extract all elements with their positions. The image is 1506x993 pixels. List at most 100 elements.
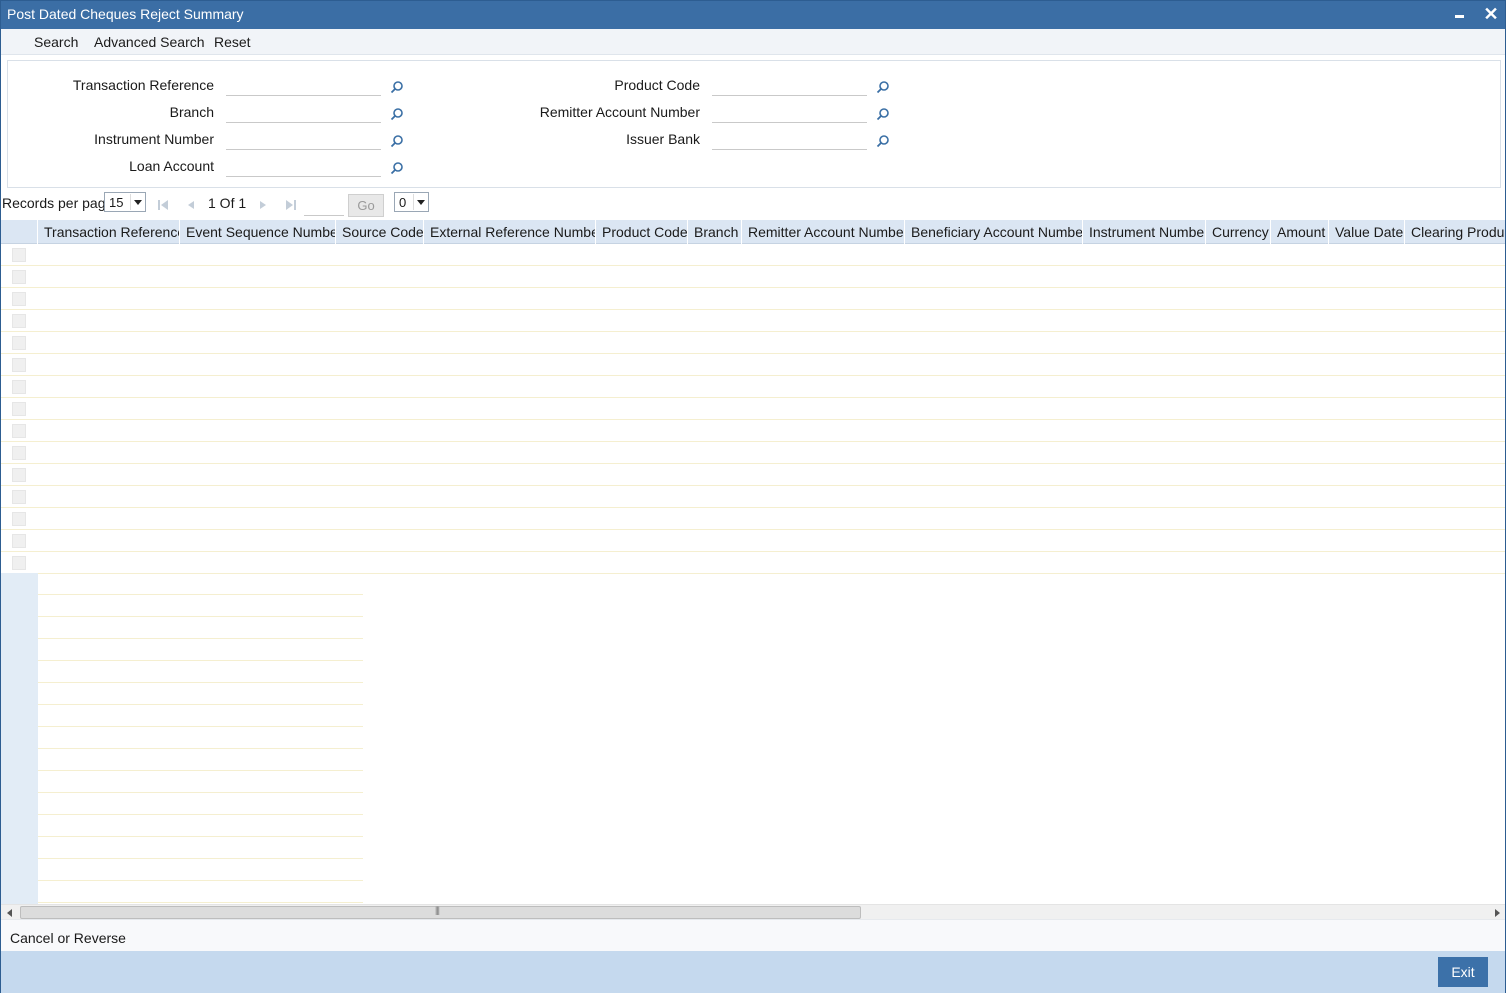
loan-account-search-icon[interactable] xyxy=(390,161,404,175)
column-header-transaction-reference[interactable]: Transaction Reference xyxy=(38,220,180,244)
row-select-checkbox[interactable] xyxy=(12,314,26,328)
last-page-icon[interactable] xyxy=(285,199,297,211)
transaction-reference-search-icon[interactable] xyxy=(390,80,404,94)
product-code-search-icon[interactable] xyxy=(876,80,890,94)
instrument-number-label: Instrument Number xyxy=(94,131,214,147)
table-row[interactable] xyxy=(1,486,1505,508)
column-header-source-code[interactable]: Source Code xyxy=(336,220,424,244)
loan-account-input[interactable] xyxy=(226,157,381,177)
row-select-checkbox[interactable] xyxy=(12,512,26,526)
records-per-page-select[interactable]: 15 xyxy=(104,192,146,212)
table-row[interactable] xyxy=(1,508,1505,530)
instrument-number-input[interactable] xyxy=(226,130,381,150)
branch-input[interactable] xyxy=(226,103,381,123)
empty-grid-line xyxy=(38,881,363,903)
first-page-icon[interactable] xyxy=(157,199,169,211)
column-header-remitter-account-number[interactable]: Remitter Account Number xyxy=(742,220,905,244)
table-row[interactable] xyxy=(1,310,1505,332)
remitter-account-number-search-icon[interactable] xyxy=(876,107,890,121)
table-row[interactable] xyxy=(1,288,1505,310)
column-header-value-date[interactable]: Value Date xyxy=(1329,220,1405,244)
empty-grid-line xyxy=(38,595,363,617)
table-row[interactable] xyxy=(1,332,1505,354)
reset-menu-item[interactable]: Reset xyxy=(214,34,251,50)
previous-page-icon[interactable] xyxy=(185,199,197,211)
search-criteria-panel: Transaction Reference Branch Instrument … xyxy=(7,60,1501,188)
empty-grid-line xyxy=(38,859,363,881)
records-per-page-value: 15 xyxy=(109,195,124,210)
empty-grid-line xyxy=(38,837,363,859)
transaction-reference-label: Transaction Reference xyxy=(72,77,214,93)
table-row[interactable] xyxy=(1,266,1505,288)
product-code-input[interactable] xyxy=(712,76,867,96)
empty-grid-line xyxy=(38,771,363,793)
column-header-clearing-product[interactable]: Clearing Product xyxy=(1405,220,1505,244)
transaction-reference-input[interactable] xyxy=(226,76,381,96)
row-select-checkbox[interactable] xyxy=(12,490,26,504)
row-select-checkbox[interactable] xyxy=(12,336,26,350)
issuer-bank-search-icon[interactable] xyxy=(876,134,890,148)
window-title: Post Dated Cheques Reject Summary xyxy=(7,6,244,22)
empty-grid-line xyxy=(38,749,363,771)
action-bar: Cancel or Reverse xyxy=(1,919,1505,951)
issuer-bank-input[interactable] xyxy=(712,130,867,150)
horizontal-scrollbar[interactable] xyxy=(1,904,1505,919)
column-header-instrument-number[interactable]: Instrument Number xyxy=(1083,220,1206,244)
empty-grid-line xyxy=(38,661,363,683)
select-all-column-header[interactable] xyxy=(1,220,38,244)
table-row[interactable] xyxy=(1,420,1505,442)
goto-page-input[interactable] xyxy=(304,196,344,216)
remitter-account-number-label: Remitter Account Number xyxy=(539,104,700,120)
row-select-checkbox[interactable] xyxy=(12,292,26,306)
column-header-external-reference-number[interactable]: External Reference Number xyxy=(424,220,596,244)
page-jump-select[interactable]: 0 xyxy=(394,192,429,212)
table-row[interactable] xyxy=(1,464,1505,486)
table-row[interactable] xyxy=(1,442,1505,464)
scrollbar-thumb[interactable] xyxy=(20,905,861,919)
row-select-checkbox[interactable] xyxy=(12,556,26,570)
row-select-checkbox[interactable] xyxy=(12,446,26,460)
chevron-down-icon xyxy=(130,194,144,210)
column-header-event-sequence-number[interactable]: Event Sequence Number xyxy=(180,220,336,244)
table-row[interactable] xyxy=(1,398,1505,420)
row-select-checkbox[interactable] xyxy=(12,270,26,284)
empty-grid-line xyxy=(38,815,363,837)
column-header-product-code[interactable]: Product Code xyxy=(596,220,688,244)
branch-search-icon[interactable] xyxy=(390,107,404,121)
go-button[interactable]: Go xyxy=(348,194,384,217)
row-select-checkbox[interactable] xyxy=(12,534,26,548)
empty-grid-line xyxy=(38,727,363,749)
close-icon[interactable]: ✕ xyxy=(1481,4,1501,24)
page-jump-value: 0 xyxy=(399,195,407,210)
results-grid: Transaction Reference Event Sequence Num… xyxy=(1,220,1505,904)
summary-window: Post Dated Cheques Reject Summary ✕ Sear… xyxy=(0,0,1506,993)
row-select-checkbox[interactable] xyxy=(12,402,26,416)
table-row[interactable] xyxy=(1,354,1505,376)
table-row[interactable] xyxy=(1,530,1505,552)
minimize-icon[interactable] xyxy=(1451,5,1469,25)
empty-grid-line xyxy=(38,573,363,595)
branch-label: Branch xyxy=(169,104,214,120)
column-header-branch[interactable]: Branch xyxy=(688,220,742,244)
row-select-checkbox[interactable] xyxy=(12,380,26,394)
column-header-beneficiary-account-number[interactable]: Beneficiary Account Number xyxy=(905,220,1083,244)
table-row[interactable] xyxy=(1,376,1505,398)
row-select-checkbox[interactable] xyxy=(12,358,26,372)
cancel-or-reverse-link[interactable]: Cancel or Reverse xyxy=(10,930,126,946)
footer-bar: Exit xyxy=(1,951,1505,993)
search-menu-item[interactable]: Search xyxy=(34,34,78,50)
table-row[interactable] xyxy=(1,552,1505,574)
exit-button[interactable]: Exit xyxy=(1438,957,1488,987)
row-select-checkbox[interactable] xyxy=(12,468,26,482)
column-header-currency[interactable]: Currency xyxy=(1206,220,1271,244)
table-row[interactable] xyxy=(1,244,1505,266)
advanced-search-menu-item[interactable]: Advanced Search xyxy=(94,34,205,50)
scroll-right-icon[interactable] xyxy=(1489,906,1504,919)
instrument-number-search-icon[interactable] xyxy=(390,134,404,148)
row-select-checkbox[interactable] xyxy=(12,424,26,438)
row-select-checkbox[interactable] xyxy=(12,248,26,262)
remitter-account-number-input[interactable] xyxy=(712,103,867,123)
scroll-left-icon[interactable] xyxy=(3,906,18,919)
next-page-icon[interactable] xyxy=(257,199,269,211)
column-header-amount[interactable]: Amount xyxy=(1271,220,1329,244)
